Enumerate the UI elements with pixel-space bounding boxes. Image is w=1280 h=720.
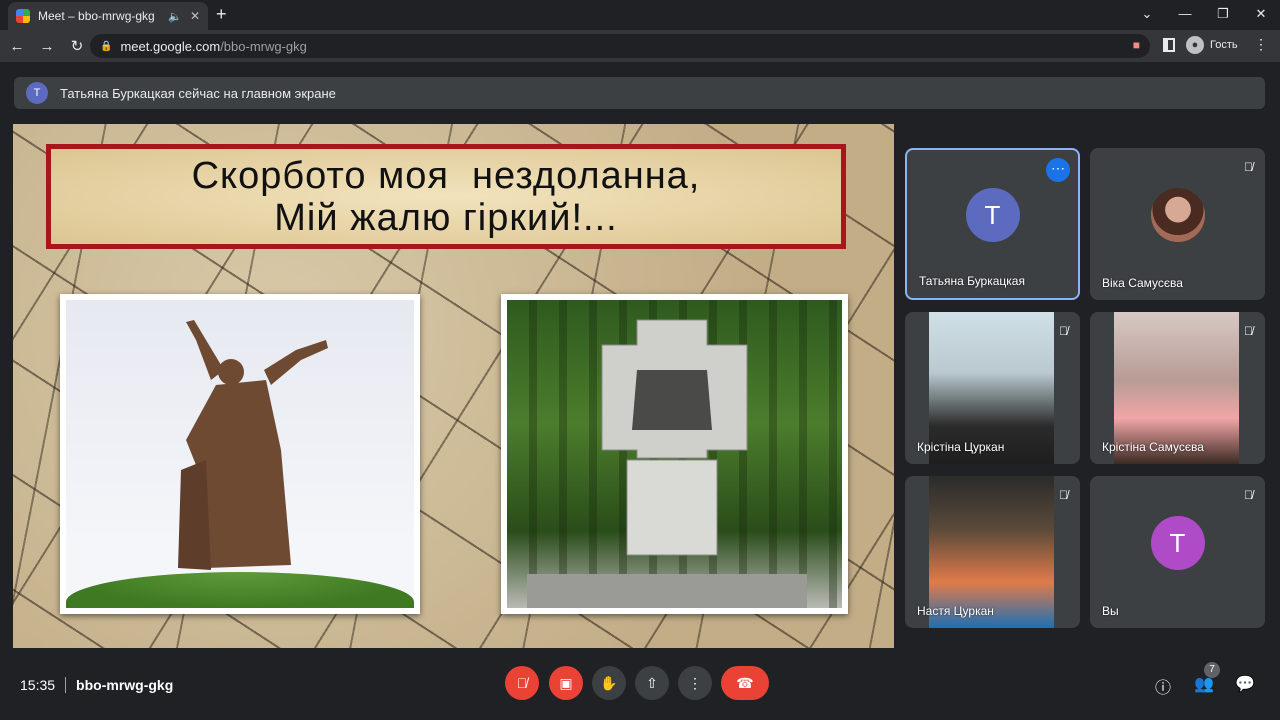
close-tab-icon[interactable]: ✕ bbox=[190, 9, 200, 23]
plus-icon[interactable]: + bbox=[216, 4, 227, 25]
forward-icon[interactable]: → bbox=[34, 38, 60, 55]
camera-blocked-icon[interactable]: ■ bbox=[1133, 38, 1140, 52]
statue-figure bbox=[178, 320, 328, 570]
chat-icon[interactable]: 💬 bbox=[1235, 674, 1255, 694]
meet-favicon-icon bbox=[16, 9, 30, 23]
browser-tab-strip: Meet – bbo-mrwg-gkg 🔈 ✕ + ⌄ — ❐ ✕ bbox=[0, 0, 1280, 30]
participant-name: Вы bbox=[1102, 604, 1119, 618]
participant-name: Крістіна Самусєва bbox=[1102, 440, 1204, 454]
meeting-code: bbo-mrwg-gkg bbox=[76, 677, 174, 693]
slide-title-box: Скорбото моя нездоланна, Мій жалю гіркий… bbox=[46, 144, 846, 249]
shared-screen: Скорбото моя нездоланна, Мій жалю гіркий… bbox=[13, 124, 894, 648]
omnibox[interactable]: 🔒 meet.google.com /bbo-mrwg-gkg ■ bbox=[90, 34, 1150, 58]
avatar: Т bbox=[26, 82, 48, 104]
banner-text: Татьяна Буркацкая сейчас на главном экра… bbox=[60, 85, 336, 101]
meeting-info: 15:35 bbo-mrwg-gkg bbox=[20, 677, 173, 693]
memorial-photo bbox=[501, 294, 848, 614]
info-icon[interactable]: ⓘ bbox=[1155, 674, 1171, 698]
mic-off-icon: 🎙̸ bbox=[1244, 324, 1253, 338]
profile-avatar-icon: ● bbox=[1186, 36, 1204, 54]
participant-tile-5[interactable]: 🎙̸ Настя Цуркан bbox=[905, 476, 1080, 628]
raise-hand-icon[interactable]: ✋ bbox=[592, 666, 626, 700]
url-host: meet.google.com bbox=[120, 38, 221, 54]
avatar: Т bbox=[965, 188, 1020, 242]
tab-title: Meet – bbo-mrwg-gkg bbox=[38, 9, 155, 23]
avatar: Т bbox=[1150, 516, 1205, 570]
more-options-icon[interactable]: ⋮ bbox=[678, 666, 712, 700]
memorial-base bbox=[527, 574, 807, 608]
browser-menu-icon[interactable]: ⋮ bbox=[1254, 36, 1268, 53]
mic-off-icon: 🎙̸ bbox=[1059, 324, 1068, 338]
meeting-controls: 15:35 bbo-mrwg-gkg 🎙̸ ▣ ✋ ⇧ ⋮ ☎ ⓘ 👥 7 💬 bbox=[0, 660, 1280, 720]
participant-tile-3[interactable]: 🎙̸ Крістіна Цуркан bbox=[905, 312, 1080, 464]
avatar bbox=[1150, 188, 1205, 242]
browser-tab[interactable]: Meet – bbo-mrwg-gkg 🔈 ✕ bbox=[8, 2, 208, 30]
meeting-time: 15:35 bbox=[20, 677, 56, 693]
slide-title-line2: Мій жалю гіркий!... bbox=[274, 196, 618, 239]
participant-name: Віка Самусєва bbox=[1102, 276, 1183, 290]
mic-off-icon: 🎙̸ bbox=[1059, 488, 1068, 502]
camera-off-icon[interactable]: ▣ bbox=[549, 666, 583, 700]
memorial-cross bbox=[601, 319, 748, 556]
close-icon[interactable]: ✕ bbox=[1242, 0, 1280, 30]
participant-tile-self[interactable]: Т 🎙̸ Вы bbox=[1090, 476, 1265, 628]
chevron-down-icon[interactable]: ⌄ bbox=[1128, 0, 1166, 30]
people-count-badge: 7 bbox=[1204, 662, 1220, 678]
participant-tile-4[interactable]: 🎙̸ Крістіна Самусєва bbox=[1090, 312, 1265, 464]
mic-off-icon[interactable]: 🎙̸ bbox=[505, 666, 539, 700]
profile-label: Гость bbox=[1210, 39, 1238, 51]
profile-button[interactable]: ● Гость bbox=[1186, 36, 1238, 54]
side-panel-icon[interactable] bbox=[1163, 38, 1175, 52]
participant-tile-2[interactable]: 🎙̸ Віка Самусєва bbox=[1090, 148, 1265, 300]
statue-photo bbox=[60, 294, 420, 614]
mic-off-icon: 🎙̸ bbox=[1244, 160, 1253, 174]
mic-off-icon: 🎙̸ bbox=[1244, 488, 1253, 502]
address-bar: ← → ↻ 🔒 meet.google.com /bbo-mrwg-gkg ■ bbox=[0, 30, 1280, 62]
divider bbox=[65, 677, 67, 693]
minimize-icon[interactable]: — bbox=[1166, 0, 1204, 30]
speaker-icon[interactable]: 🔈 bbox=[168, 10, 182, 23]
presenting-banner: Т Татьяна Буркацкая сейчас на главном эк… bbox=[14, 77, 1265, 109]
leave-call-icon[interactable]: ☎ bbox=[721, 666, 769, 700]
participant-tile-1[interactable]: Т ⋯ Татьяна Буркацкая bbox=[905, 148, 1080, 300]
maximize-icon[interactable]: ❐ bbox=[1204, 0, 1242, 30]
slide-title-line1: Скорбото моя нездоланна, bbox=[191, 154, 701, 197]
participant-name: Настя Цуркан bbox=[917, 604, 994, 618]
url-path: /bbo-mrwg-gkg bbox=[220, 38, 307, 54]
participant-name: Татьяна Буркацкая bbox=[919, 274, 1025, 288]
present-icon[interactable]: ⇧ bbox=[635, 666, 669, 700]
lock-icon[interactable]: 🔒 bbox=[100, 41, 112, 52]
back-icon[interactable]: ← bbox=[4, 38, 30, 55]
more-options-icon[interactable]: ⋯ bbox=[1046, 158, 1070, 182]
window-controls: ⌄ — ❐ ✕ bbox=[1128, 0, 1280, 30]
reload-icon[interactable]: ↻ bbox=[64, 37, 90, 55]
participant-name: Крістіна Цуркан bbox=[917, 440, 1005, 454]
